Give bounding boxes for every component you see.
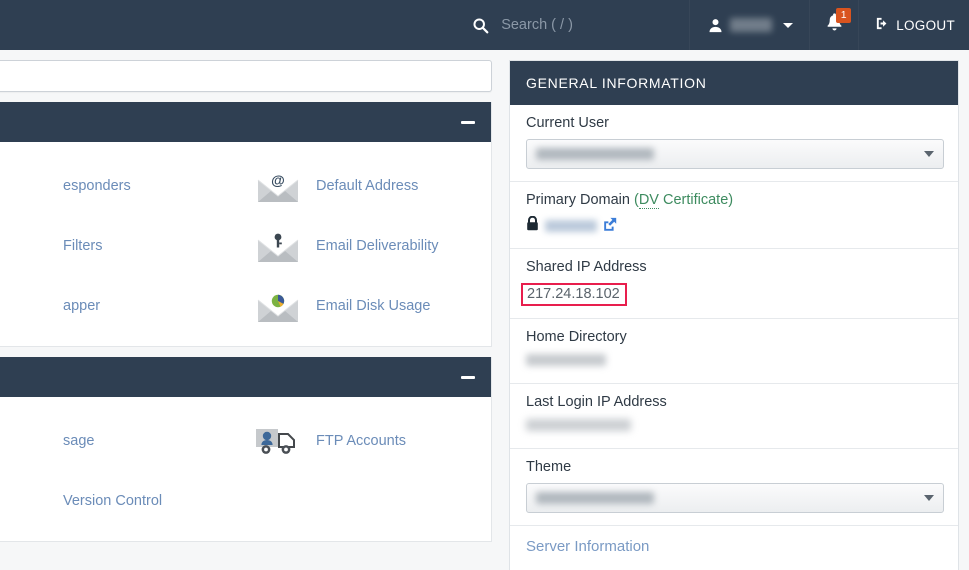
notification-badge: 1 [836, 8, 852, 23]
global-search[interactable] [472, 0, 689, 50]
user-icon [708, 18, 723, 33]
files-panel-body: sage FTP Accounts Version Control [0, 397, 491, 541]
chevron-down-icon [924, 151, 934, 157]
tool-label: esponders [63, 178, 131, 194]
home-directory-value [526, 353, 942, 371]
tool-item-boxtrapper[interactable]: apper [0, 276, 242, 336]
email-panel-header [0, 102, 491, 142]
ftp-truck-icon [254, 419, 302, 463]
general-information-panel: GENERAL INFORMATION Current User Primary… [509, 60, 959, 570]
envelope-filters-icon [1, 224, 49, 268]
current-user-select[interactable] [526, 139, 944, 169]
last-login-ip-address-value [526, 418, 942, 436]
tool-item-email-disk-usage[interactable]: Email Disk Usage [242, 276, 491, 336]
files-panel-header [0, 357, 491, 397]
lock-icon [526, 215, 539, 236]
dv-abbr: DV [638, 192, 659, 209]
home-directory-value-redacted [526, 354, 606, 366]
tool-label: sage [63, 433, 95, 449]
primary-domain-value [526, 215, 942, 236]
logout-label: LOGOUT [896, 17, 955, 33]
tool-item-disk-usage[interactable]: sage [0, 411, 242, 471]
tools-search-wrap [0, 50, 492, 102]
tool-item-autoresponders[interactable]: esponders [0, 156, 242, 216]
primary-domain-label-text: Primary Domain [526, 192, 630, 208]
general-information-header: GENERAL INFORMATION [510, 61, 958, 105]
external-link-icon[interactable] [603, 217, 617, 236]
envelope-boxtrapper-icon [1, 284, 49, 328]
tool-item-git-version-control[interactable]: Version Control [0, 471, 242, 531]
search-icon [472, 17, 489, 34]
notifications-button[interactable]: 1 [810, 0, 858, 50]
row-home-directory: Home Directory [510, 319, 958, 384]
envelope-key-icon [254, 224, 302, 268]
tool-item-default-address[interactable]: @ Default Address [242, 156, 491, 216]
logout-button[interactable]: LOGOUT [859, 0, 969, 50]
row-shared-ip-address: Shared IP Address 217.24.18.102 [510, 249, 958, 319]
chevron-down-icon [924, 495, 934, 501]
home-directory-label: Home Directory [526, 329, 627, 345]
sign-out-icon [875, 16, 890, 34]
dv-certificate-link[interactable]: (DV Certificate) [634, 192, 733, 209]
shared-ip-address-value-wrap: 217.24.18.102 [521, 283, 942, 306]
tool-label: apper [63, 298, 101, 314]
disk-usage-icon [1, 419, 49, 463]
envelope-piechart-icon [254, 284, 302, 328]
primary-domain-label: Primary Domain (DV Certificate) [526, 192, 942, 209]
row-current-user: Current User [510, 105, 958, 182]
general-information-title: GENERAL INFORMATION [526, 75, 707, 91]
envelope-autoresponders-icon [1, 164, 49, 208]
theme-value-redacted [536, 492, 654, 504]
tool-label: Filters [63, 238, 103, 254]
username-redacted [730, 18, 773, 32]
last-login-ip-address-label: Last Login IP Address [526, 394, 667, 410]
email-panel-body: esponders @ Default Address Filters Emai… [0, 142, 491, 346]
row-primary-domain: Primary Domain (DV Certificate) [510, 182, 958, 249]
tools-column: esponders @ Default Address Filters Emai… [0, 50, 492, 542]
email-panel: esponders @ Default Address Filters Emai… [0, 102, 492, 347]
last-login-ip-address-value-redacted [526, 419, 631, 431]
envelope-at-icon: @ [254, 164, 302, 208]
row-server-information: Server Information [510, 526, 958, 570]
search-input[interactable] [501, 17, 652, 33]
tool-label: FTP Accounts [316, 433, 406, 449]
shared-ip-address-label: Shared IP Address [526, 259, 647, 275]
minus-icon[interactable] [461, 375, 475, 379]
files-panel: sage FTP Accounts Version Control [0, 357, 492, 542]
tool-item-filters[interactable]: Filters [0, 216, 242, 276]
tool-item-ftp-accounts[interactable]: FTP Accounts [242, 411, 491, 471]
tool-label: Email Deliverability [316, 238, 439, 254]
minus-icon[interactable] [461, 120, 475, 124]
tool-item-email-deliverability[interactable]: Email Deliverability [242, 216, 491, 276]
user-menu-button[interactable] [690, 0, 809, 50]
row-theme: Theme [510, 449, 958, 526]
tool-label: Email Disk Usage [316, 298, 431, 314]
row-last-login-ip-address: Last Login IP Address [510, 384, 958, 449]
theme-label: Theme [526, 459, 572, 475]
top-bar: 1 LOGOUT [0, 0, 969, 50]
current-user-label: Current User [526, 115, 609, 131]
git-icon [1, 479, 49, 523]
svg-text:@: @ [271, 172, 285, 188]
tool-label: Default Address [316, 178, 419, 194]
theme-select[interactable] [526, 483, 944, 513]
certificate-text: Certificate) [658, 192, 734, 208]
tools-search-input[interactable] [0, 60, 492, 92]
chevron-down-icon [783, 22, 794, 28]
tool-label: Version Control [63, 493, 163, 509]
current-user-value-redacted [536, 148, 654, 160]
server-information-link[interactable]: Server Information [526, 538, 649, 555]
shared-ip-address-value: 217.24.18.102 [521, 283, 627, 306]
domain-name-redacted [545, 220, 597, 232]
